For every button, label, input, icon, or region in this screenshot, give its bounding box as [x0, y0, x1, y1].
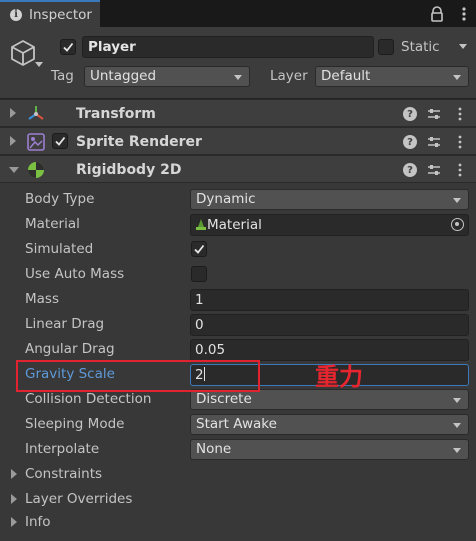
kebab-menu-icon[interactable]: [453, 107, 467, 121]
layer-overrides-foldout[interactable]: Layer Overrides: [25, 488, 132, 510]
component-transform[interactable]: Transform ?: [0, 99, 476, 127]
check-icon: [194, 244, 205, 254]
info-icon: i: [10, 8, 22, 21]
body-type-label: Body Type: [25, 191, 95, 207]
help-icon[interactable]: ?: [403, 163, 417, 177]
component-title: Sprite Renderer: [76, 134, 202, 150]
tab-inspector[interactable]: i Inspector: [0, 0, 100, 27]
object-name-field[interactable]: Player: [82, 36, 374, 58]
physics-material-icon: [196, 219, 206, 230]
tag-value: Untagged: [90, 68, 157, 84]
material-value: Material: [207, 217, 262, 233]
interpolate-dropdown[interactable]: None: [190, 439, 469, 460]
mass-input[interactable]: 1: [190, 289, 469, 311]
annotation-label: 重力: [315, 363, 363, 391]
kebab-menu-icon[interactable]: [453, 163, 467, 177]
body-type-value: Dynamic: [196, 191, 256, 207]
info-foldout[interactable]: Info: [25, 511, 51, 533]
check-icon: [55, 136, 66, 146]
icon-dropdown-caret[interactable]: [35, 62, 43, 67]
linear-drag-label: Linear Drag: [25, 316, 105, 332]
info-foldout-arrow-icon[interactable]: [11, 517, 17, 527]
constraints-foldout-arrow-icon[interactable]: [11, 469, 17, 479]
simulated-label: Simulated: [25, 241, 94, 257]
use-auto-mass-label: Use Auto Mass: [25, 266, 125, 282]
layer-label: Layer: [270, 68, 308, 84]
presets-icon[interactable]: [427, 163, 441, 177]
linear-drag-input[interactable]: 0: [190, 314, 469, 336]
sprite-renderer-enabled-checkbox[interactable]: [52, 133, 68, 149]
collision-detection-dropdown[interactable]: Discrete: [190, 389, 469, 410]
constraints-foldout[interactable]: Constraints: [25, 463, 102, 485]
sleeping-mode-dropdown[interactable]: Start Awake: [190, 414, 469, 435]
chevron-down-icon: [453, 448, 461, 453]
chevron-down-icon: [453, 423, 461, 428]
chevron-down-icon: [453, 398, 461, 403]
component-title: Rigidbody 2D: [76, 162, 182, 178]
check-icon: [63, 42, 74, 52]
sleeping-mode-label: Sleeping Mode: [25, 416, 125, 432]
layer-value: Default: [321, 68, 371, 84]
static-checkbox[interactable]: [378, 39, 394, 55]
simulated-checkbox[interactable]: [191, 241, 207, 257]
lock-icon[interactable]: [429, 6, 445, 22]
angular-drag-label: Angular Drag: [25, 341, 115, 357]
kebab-menu-icon[interactable]: [453, 135, 467, 149]
sleeping-mode-value: Start Awake: [196, 416, 277, 432]
collision-detection-value: Discrete: [196, 391, 252, 407]
help-icon[interactable]: ?: [403, 135, 417, 149]
help-icon[interactable]: ?: [403, 107, 417, 121]
chevron-down-icon: [234, 75, 242, 80]
tab-inspector-label: Inspector: [29, 6, 92, 23]
mass-label: Mass: [25, 291, 59, 307]
body-type-dropdown[interactable]: Dynamic: [190, 189, 469, 210]
layer-overrides-foldout-arrow-icon[interactable]: [11, 494, 17, 504]
chevron-down-icon: [453, 75, 461, 80]
kebab-menu-icon[interactable]: [456, 6, 472, 22]
material-label: Material: [25, 216, 80, 232]
foldout-arrow-icon[interactable]: [9, 167, 19, 173]
chevron-down-icon: [453, 198, 461, 203]
static-label: Static: [401, 39, 440, 55]
use-auto-mass-checkbox[interactable]: [191, 266, 207, 282]
tag-label: Tag: [51, 68, 74, 84]
component-sprite-renderer[interactable]: Sprite Renderer ?: [0, 127, 476, 155]
object-picker-icon[interactable]: [451, 218, 464, 231]
interpolate-value: None: [196, 441, 232, 457]
foldout-arrow-icon[interactable]: [10, 136, 16, 146]
layer-dropdown[interactable]: Default: [315, 66, 469, 87]
interpolate-label: Interpolate: [25, 441, 100, 457]
component-title: Transform: [76, 106, 156, 122]
rigidbody2d-icon: [28, 162, 44, 178]
annotation-highlight-box: [16, 360, 260, 392]
sprite-renderer-icon: [27, 133, 45, 151]
static-dropdown-caret[interactable]: [459, 44, 467, 49]
presets-icon[interactable]: [427, 135, 441, 149]
gameobject-cube-icon[interactable]: [8, 38, 38, 68]
transform-icon: [28, 106, 44, 120]
component-rigidbody-2d[interactable]: Rigidbody 2D ?: [0, 155, 476, 183]
foldout-arrow-icon[interactable]: [10, 108, 16, 118]
active-checkbox[interactable]: [60, 39, 76, 55]
presets-icon[interactable]: [427, 107, 441, 121]
tag-dropdown[interactable]: Untagged: [84, 66, 250, 87]
material-object-field[interactable]: Material: [190, 214, 469, 236]
